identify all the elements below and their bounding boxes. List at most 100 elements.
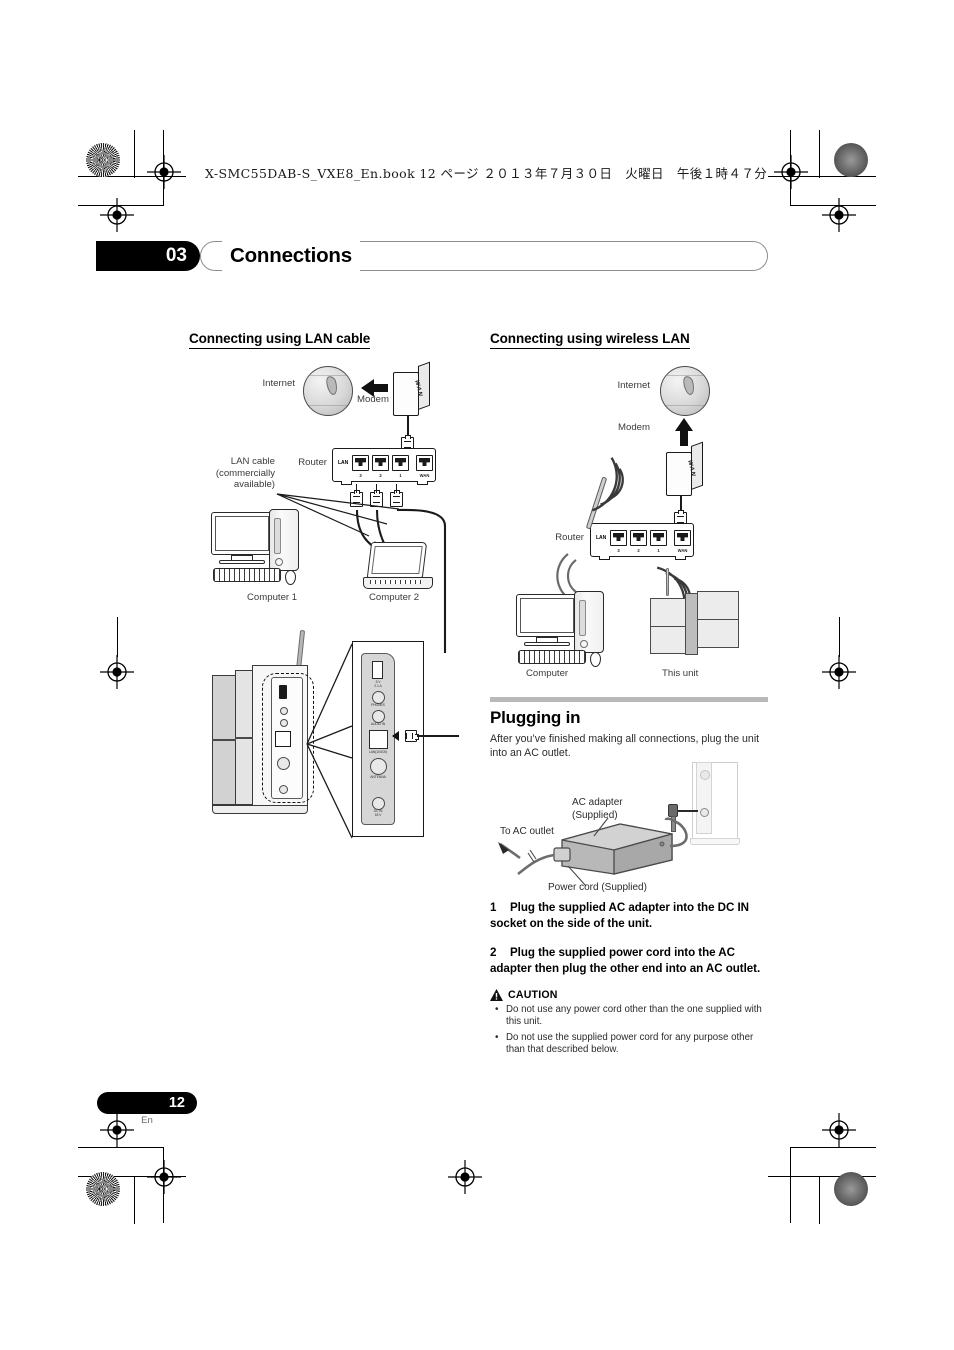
crop-mark-line — [839, 617, 841, 657]
chapter-number: 03 — [165, 245, 187, 266]
rj45-plug-unit — [405, 730, 417, 742]
router-lan-port-2: 2 — [372, 455, 389, 478]
plugging-in-heading: Plugging in — [490, 708, 581, 727]
crop-mark-line — [819, 1176, 821, 1224]
modem-to-internet-arrow-icon — [675, 418, 693, 446]
ac-adapter-label-line1: AC adapter — [572, 797, 623, 808]
registration-mark — [147, 155, 181, 189]
router-lan-port-1: 1 — [392, 455, 409, 478]
wireless-lan-diagram: Internet Modem WAN LAN 3 2 1 WAN Router — [490, 360, 768, 690]
internet-globe-icon — [303, 366, 353, 416]
lan-port-enlarged — [369, 730, 388, 749]
dc-in-label-line2: 18 V — [374, 813, 382, 817]
crop-mark-line — [117, 617, 119, 657]
step-1-number: 1 — [490, 901, 497, 914]
side-dc-in-jack — [279, 785, 288, 794]
caution-list: Do not use any power cord other than the… — [490, 1003, 768, 1057]
router-wan-port: WAN — [674, 530, 691, 553]
router-lan-port-2: 2 — [630, 530, 647, 553]
computer2-label: Computer 2 — [369, 592, 420, 603]
router-label: Router — [555, 532, 584, 543]
computer-label: Computer — [526, 668, 569, 679]
left-column: Connecting using LAN cable — [189, 330, 459, 349]
section-heading-lan-cable: Connecting using LAN cable — [189, 331, 370, 349]
registration-mark — [822, 198, 856, 232]
registration-mark — [100, 198, 134, 232]
section-divider-rule — [490, 697, 768, 702]
registration-mark — [822, 655, 856, 689]
side-audio-in-jack — [280, 719, 288, 727]
this-unit-label: This unit — [662, 668, 699, 679]
router-lan-port-3: 3 — [610, 530, 627, 553]
lan-cable-diagram: Internet WAN Modem LAN 3 2 1 WAN Router — [189, 360, 459, 653]
this-unit-antenna-icon — [666, 568, 669, 596]
plugging-in-steps: 1 Plug the supplied AC adapter into the D… — [490, 900, 768, 1060]
router-port-num: 1 — [657, 547, 660, 553]
step-2-number: 2 — [490, 946, 497, 960]
computer1-label: Computer 1 — [247, 592, 298, 603]
caution-item: Do not use any power cord other than the… — [495, 1003, 768, 1029]
lan-port-label: LAN(10/100) — [368, 750, 388, 754]
page-title: Connections — [222, 241, 360, 271]
internet-globe-icon — [660, 366, 710, 416]
router-wan-port-label: WAN — [677, 547, 688, 553]
phones-label: PHONES — [371, 703, 385, 707]
router-icon: LAN 3 2 1 WAN — [332, 448, 436, 485]
side-phones-jack — [280, 707, 288, 715]
router-port-num: 2 — [637, 547, 640, 553]
internet-label: Internet — [262, 378, 295, 389]
internet-label: Internet — [617, 380, 650, 391]
router-port-num: 2 — [379, 472, 382, 478]
audio-in-label: AUDIO IN — [370, 722, 386, 726]
router-lan-label: LAN — [596, 535, 607, 541]
antenna-jack-enlarged — [370, 758, 387, 775]
crop-mark-line — [134, 1176, 136, 1224]
router-lan-label: LAN — [338, 460, 349, 466]
book-file-header: X-SMC55DAB-S_VXE8_En.book 12 ページ ２０１３年７月… — [205, 166, 768, 181]
plugging-in-section: Plugging in After you’ve finished making… — [490, 697, 768, 760]
ac-adapter-label-line2: (Supplied) — [572, 809, 618, 821]
lan-insert-arrow-icon — [392, 731, 399, 741]
unit-base — [212, 805, 308, 814]
registration-mark — [822, 1113, 856, 1147]
page-number-badge: 12 — [97, 1092, 197, 1114]
to-ac-outlet-label: To AC outlet — [500, 826, 554, 837]
crop-mark-line — [78, 1147, 164, 1149]
caution-header: CAUTION — [490, 988, 768, 1001]
router-lan-port-3: 3 — [352, 455, 369, 478]
registration-mark — [448, 1160, 482, 1194]
registration-mark — [774, 155, 808, 189]
halftone-target — [834, 143, 868, 177]
crop-mark-line — [134, 130, 136, 178]
crop-mark-line — [819, 130, 821, 178]
antenna-label: ANTENNA — [370, 775, 386, 779]
warning-triangle-icon — [490, 988, 503, 1001]
usb-port-label-line2: 2.1 A — [374, 684, 382, 688]
router-port-num: 1 — [399, 472, 402, 478]
callout-leader-lines — [306, 643, 353, 839]
step-2: 2 Plug the supplied power cord into the A… — [490, 945, 768, 976]
lan-cable-label-line1: LAN cable — [230, 456, 275, 467]
right-column: Connecting using wireless LAN — [490, 330, 768, 349]
router-wan-port-label: WAN — [419, 472, 430, 478]
router-icon: LAN 3 2 1 WAN — [590, 523, 694, 560]
side-lan-port — [275, 731, 291, 747]
ac-adapter-label: AC adapter (Supplied) — [572, 797, 623, 822]
registration-star-target — [86, 143, 120, 177]
registration-star-target — [86, 1172, 120, 1206]
caution-item: Do not use the supplied power cord for a… — [495, 1031, 768, 1057]
lan-cable-to-unit — [417, 735, 459, 738]
plugging-in-intro: After you’ve finished making all connect… — [490, 733, 760, 760]
side-usb-port — [279, 685, 287, 699]
unit-side-panel-diagram: 5 V 2.1 A PHONES AUDIO IN LAN(10/100) AN… — [189, 625, 459, 855]
ac-adapter-diagram: AC adapter (Supplied) To AC outlet Power… — [490, 762, 768, 897]
manual-page: X-SMC55DAB-S_VXE8_En.book 12 ページ ２０１３年７月… — [0, 0, 954, 1350]
router-wan-port: WAN — [416, 455, 433, 478]
router-port-num: 3 — [617, 547, 620, 553]
router-wifi-waves-icon — [592, 457, 624, 512]
crop-mark-line — [790, 1147, 792, 1223]
modem-cable — [407, 416, 409, 437]
chapter-header: 03 Connections — [96, 241, 768, 271]
step-1: 1 Plug the supplied AC adapter into the D… — [490, 900, 768, 931]
page-language-label: En — [141, 1115, 153, 1126]
